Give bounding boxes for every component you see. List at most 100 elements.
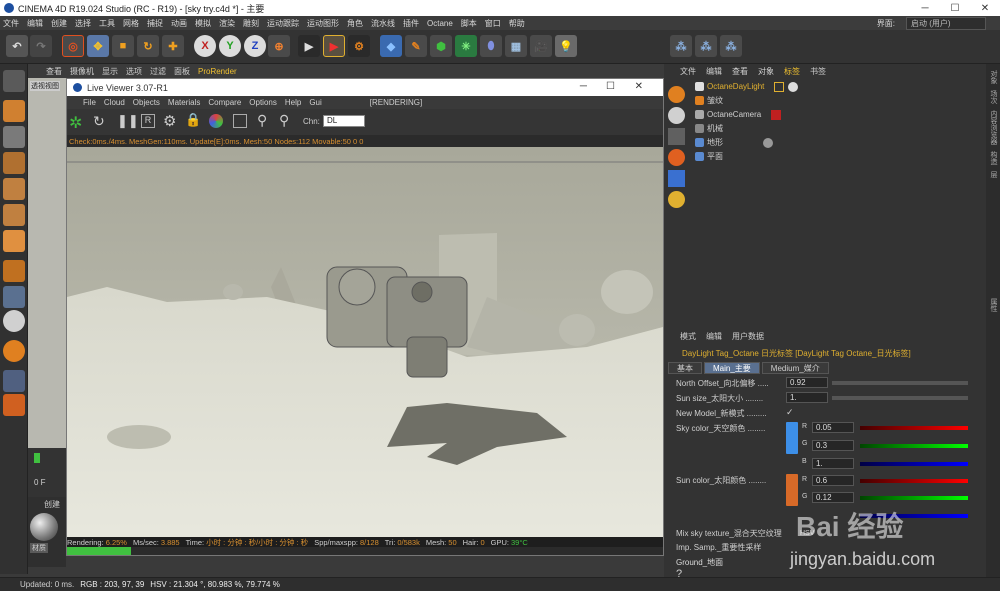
restart-icon[interactable]: ↻ xyxy=(93,113,105,130)
sun-r-field[interactable]: 0.6 xyxy=(812,475,854,486)
camera-icon[interactable]: 🎥 xyxy=(530,35,552,57)
rotate-icon[interactable]: ↻ xyxy=(137,35,159,57)
lock-icon[interactable]: 🔒 xyxy=(185,112,201,128)
sky-g-field[interactable]: 0.3 xyxy=(812,440,854,451)
tweak-mode-icon[interactable] xyxy=(3,286,25,308)
menu-sculpt[interactable]: 雕刻 xyxy=(243,18,259,29)
side-tab-attributes[interactable]: 属性 xyxy=(988,298,998,312)
lv-menu-materials[interactable]: Materials xyxy=(168,98,200,107)
side-tab-takes[interactable]: 场次 xyxy=(988,90,998,104)
material-label[interactable]: 材质 xyxy=(30,543,48,553)
region-render-icon[interactable]: R xyxy=(141,114,155,128)
close-button[interactable]: ✕ xyxy=(970,0,1000,16)
live-viewer-maximize-icon[interactable]: ☐ xyxy=(606,81,615,92)
send-scene-icon[interactable]: ✲ xyxy=(69,113,87,132)
octane-light-icon[interactable] xyxy=(668,149,685,166)
lv-menu-objects[interactable]: Objects xyxy=(133,98,160,107)
model-mode-icon[interactable] xyxy=(3,100,25,122)
material-pick-icon[interactable]: ⚲ xyxy=(279,112,289,129)
tab-main[interactable]: Main_主要 xyxy=(704,362,760,374)
material-menu-create[interactable]: 创建 xyxy=(44,499,60,510)
menu-mesh[interactable]: 网格 xyxy=(123,18,139,29)
sky-r-slider[interactable] xyxy=(860,426,968,430)
solo-icon[interactable] xyxy=(3,394,25,416)
octane-tag-icon[interactable] xyxy=(668,107,685,124)
focus-pick-icon[interactable]: ⚲ xyxy=(257,112,267,129)
sun-g-slider[interactable] xyxy=(860,496,968,500)
workplane-icon[interactable] xyxy=(3,152,25,174)
z-axis-icon[interactable]: Z xyxy=(244,35,266,57)
lv-menu-cloud[interactable]: Cloud xyxy=(104,98,125,107)
light-icon[interactable]: 💡 xyxy=(555,35,577,57)
octane-tool-2-icon[interactable]: ⁂ xyxy=(695,35,717,57)
menu-render[interactable]: 渲染 xyxy=(219,18,235,29)
render-settings-icon[interactable]: ⚙ xyxy=(348,35,370,57)
maximize-button[interactable]: ☐ xyxy=(940,0,970,16)
lv-menu-compare[interactable]: Compare xyxy=(208,98,241,107)
recent-tools-icon[interactable]: ✚ xyxy=(162,35,184,57)
floor-icon[interactable]: ▦ xyxy=(505,35,527,57)
menu-select[interactable]: 选择 xyxy=(75,18,91,29)
color-picker-icon[interactable] xyxy=(209,114,223,128)
settings-gear-icon[interactable]: ⚙ xyxy=(163,112,176,130)
lock-workplane-icon[interactable] xyxy=(3,370,25,392)
lv-menu-file[interactable]: File xyxy=(83,98,96,107)
undo-icon[interactable]: ↶ xyxy=(6,35,28,57)
object-row-terrain[interactable]: 地形 xyxy=(695,136,773,149)
om-menu-file[interactable]: 文件 xyxy=(680,66,696,77)
am-menu-edit[interactable]: 编辑 xyxy=(706,331,722,342)
sky-g-slider[interactable] xyxy=(860,444,968,448)
move-icon[interactable]: ✥ xyxy=(87,35,109,57)
ground-section[interactable]: Ground_地面 xyxy=(676,556,723,568)
sun-g-field[interactable]: 0.12 xyxy=(812,492,854,503)
viewport-menu-panel[interactable]: 面板 xyxy=(174,66,190,77)
octane-settings-icon[interactable] xyxy=(668,86,685,103)
side-tab-content-browser[interactable]: 内容浏览器 xyxy=(988,110,998,145)
menu-file[interactable]: 文件 xyxy=(3,18,19,29)
menu-plugins[interactable]: 插件 xyxy=(403,18,419,29)
timeline[interactable]: 0 F xyxy=(28,448,66,498)
material-tag-icon[interactable] xyxy=(763,137,773,148)
menu-snap[interactable]: 捕捉 xyxy=(147,18,163,29)
north-offset-slider[interactable] xyxy=(832,381,968,385)
minimize-button[interactable]: ─ xyxy=(910,0,940,16)
om-menu-bookmarks[interactable]: 书签 xyxy=(810,66,826,77)
viewport-menu-view[interactable]: 查看 xyxy=(46,66,62,77)
octane-camera-icon[interactable] xyxy=(668,128,685,145)
lv-menu-options[interactable]: Options xyxy=(249,98,277,107)
octane-tool-3-icon[interactable]: ⁂ xyxy=(720,35,742,57)
pen-icon[interactable]: ✎ xyxy=(405,35,427,57)
save-image-icon[interactable] xyxy=(233,114,247,128)
live-viewer-close-icon[interactable]: ✕ xyxy=(635,81,643,92)
menu-mograph[interactable]: 运动图形 xyxy=(307,18,339,29)
sky-r-field[interactable]: 0.05 xyxy=(812,422,854,433)
make-editable-icon[interactable] xyxy=(3,70,25,92)
menu-octane[interactable]: Octane xyxy=(427,19,453,28)
om-menu-edit[interactable]: 编辑 xyxy=(706,66,722,77)
render-output[interactable]: Rendering: 6.25% Ms/sec: 3.885 Time: 小时 … xyxy=(67,147,663,547)
tab-basic[interactable]: 基本 xyxy=(668,362,702,374)
channel-select[interactable]: DL xyxy=(323,115,365,127)
camera-tag-icon[interactable] xyxy=(771,109,782,120)
timeline-playhead[interactable] xyxy=(34,453,40,463)
menu-edit[interactable]: 编辑 xyxy=(27,18,43,29)
north-offset-field[interactable]: 0.92 xyxy=(786,377,828,388)
menu-create[interactable]: 创建 xyxy=(51,18,67,29)
cube-icon[interactable]: ◆ xyxy=(380,35,402,57)
tab-medium[interactable]: Medium_媒介 xyxy=(761,362,829,374)
render-tag-icon[interactable] xyxy=(788,81,799,92)
sky-b-field[interactable]: 1. xyxy=(812,458,854,469)
lv-menu-gui[interactable]: Gui xyxy=(309,98,321,107)
cloner-icon[interactable]: ✳ xyxy=(455,35,477,57)
sun-r-slider[interactable] xyxy=(860,479,968,483)
live-select-icon[interactable]: ◎ xyxy=(62,35,84,57)
menu-simulate[interactable]: 模拟 xyxy=(195,18,211,29)
side-tab-objects[interactable]: 对象 xyxy=(988,70,998,84)
object-row-plane[interactable]: 平面 xyxy=(695,150,723,163)
object-row-mech[interactable]: 机械 xyxy=(695,122,723,135)
viewport-menu-display[interactable]: 显示 xyxy=(102,66,118,77)
sky-color-swatch[interactable] xyxy=(786,422,798,454)
am-menu-mode[interactable]: 模式 xyxy=(680,331,696,342)
menu-animate[interactable]: 动画 xyxy=(171,18,187,29)
polygons-mode-icon[interactable] xyxy=(3,230,25,252)
